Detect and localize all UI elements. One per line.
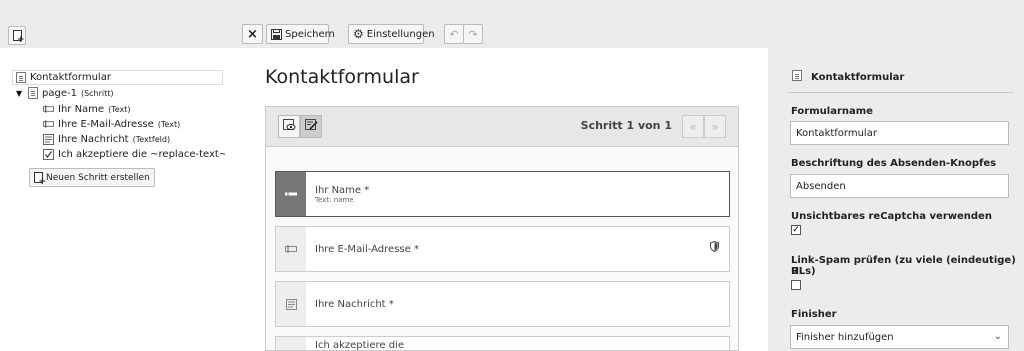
- linkspam-checkbox[interactable]: [791, 280, 801, 290]
- element-label: Ihr Name *: [315, 184, 370, 196]
- form-element-message[interactable]: Ihre Nachricht *: [275, 281, 730, 327]
- tree-item-type: (Text): [157, 119, 181, 129]
- checkbox-icon: [43, 148, 54, 160]
- undo-icon: ↶: [449, 27, 459, 41]
- save-button[interactable]: Speichern: [266, 24, 335, 44]
- inspector-title: Kontaktformular: [811, 71, 905, 83]
- form-element-privacy-checkbox[interactable]: Ich akzeptiere die: [275, 336, 730, 351]
- element-label: Ich akzeptiere die: [315, 340, 404, 351]
- new-page-icon: +: [34, 172, 46, 187]
- redo-icon: ↷: [468, 27, 478, 41]
- new-step-label: Neuen Schritt erstellen: [46, 172, 150, 183]
- form-stage: Kontaktformular Schritt 1 von 1 « » Ihr …: [225, 48, 768, 351]
- form-tree-panel: Kontaktformular ▼ page-1 (Schritt) Ihr N…: [0, 48, 240, 351]
- redo-button[interactable]: ↷: [463, 24, 483, 44]
- recaptcha-label: Unsichtbares reCaptcha verwenden: [791, 211, 992, 222]
- submit-label-input[interactable]: Absenden: [790, 174, 1009, 198]
- abstract-mode-button[interactable]: [300, 115, 322, 138]
- checkmark-icon: ✓: [792, 225, 800, 235]
- tree-item-element[interactable]: Ihre E-Mail-Adresse (Text): [43, 116, 180, 132]
- double-chevron-right-icon: »: [711, 119, 719, 134]
- step-pager: « »: [682, 115, 726, 138]
- form-element-name[interactable]: Ihr Name * Text: name: [275, 171, 730, 217]
- linkspam-label-line-1: Link-Spam prüfen (zu viele (eindeutige) …: [791, 255, 1016, 277]
- save-icon: [271, 28, 282, 40]
- tree-item-label: page-1: [42, 87, 77, 99]
- next-step-button[interactable]: »: [704, 115, 726, 138]
- preview-mode-button[interactable]: [278, 115, 300, 138]
- close-icon: ×: [247, 26, 258, 42]
- eye-icon: [282, 119, 296, 134]
- text-field-icon: [276, 172, 306, 216]
- form-name-label: Formularname: [791, 106, 873, 117]
- new-element-button[interactable]: +: [8, 26, 26, 45]
- submit-label-label: Beschriftung des Absenden-Knopfes: [791, 158, 997, 169]
- tree-item-label: Kontaktformular: [30, 72, 111, 83]
- step-indicator: Schritt 1 von 1: [580, 119, 672, 132]
- tree-item-element[interactable]: Ich akzeptiere die ~replace-text~pri: [43, 146, 240, 162]
- gear-icon: ⚙: [353, 27, 364, 41]
- new-document-icon: +: [12, 30, 25, 45]
- tree-item-form[interactable]: Kontaktformular: [12, 70, 223, 85]
- page-title: Kontaktformular: [265, 66, 419, 88]
- inspector-panel: Kontaktformular Formularname Kontaktform…: [768, 48, 1024, 351]
- toolbar: + × Speichern ⚙ Einstellungen ↶ ↷: [0, 0, 1024, 48]
- chevron-down-icon: ⌄: [993, 331, 1002, 342]
- textarea-icon: [43, 133, 54, 145]
- form-icon: [792, 70, 802, 84]
- close-button[interactable]: ×: [242, 24, 263, 44]
- tree-item-element[interactable]: Ihre Nachricht (Textfeld): [43, 131, 170, 147]
- edit-form-icon: [304, 119, 318, 134]
- linkspam-label-line-2: RLs): [791, 266, 816, 277]
- element-label: Ihre Nachricht *: [315, 298, 394, 310]
- settings-button[interactable]: ⚙ Einstellungen: [348, 24, 435, 44]
- finisher-select-value: Finisher hinzufügen: [796, 331, 894, 343]
- stage-preview: Schritt 1 von 1 « » Ihr Name * Text: nam…: [265, 106, 739, 351]
- tree-item-label: Ihre Nachricht: [58, 133, 129, 145]
- view-mode-toggle: [278, 115, 322, 138]
- textarea-icon: [276, 282, 306, 326]
- double-chevron-left-icon: «: [689, 119, 697, 134]
- tree-item-type: (Textfeld): [132, 134, 171, 144]
- text-field-icon: [43, 104, 54, 115]
- stage-header: Schritt 1 von 1 « »: [266, 107, 738, 147]
- tree-item-type: (Schritt): [80, 88, 114, 98]
- form-element-email[interactable]: Ihre E-Mail-Adresse *: [275, 226, 730, 272]
- element-type: Text: name: [315, 195, 354, 204]
- settings-label: Einstellungen: [366, 28, 435, 40]
- shield-icon: [710, 240, 719, 255]
- text-field-icon: [276, 227, 306, 271]
- form-name-input[interactable]: Kontaktformular: [790, 121, 1009, 145]
- previous-step-button[interactable]: «: [682, 115, 704, 138]
- recaptcha-checkbox[interactable]: ✓: [791, 225, 801, 235]
- new-step-button[interactable]: + Neuen Schritt erstellen: [29, 168, 155, 187]
- save-label: Speichern: [285, 28, 335, 40]
- undo-button[interactable]: ↶: [444, 24, 464, 44]
- form-icon: [15, 72, 26, 83]
- tree-item-label: Ihr Name: [58, 103, 105, 115]
- divider: [788, 92, 1013, 93]
- tree-item-page[interactable]: ▼ page-1 (Schritt): [16, 85, 114, 101]
- tree-item-label: Ich akzeptiere die ~replace-text~pri: [58, 148, 241, 160]
- tree-item-label: Ihre E-Mail-Adresse: [58, 118, 154, 130]
- tree-item-type: (Text): [108, 104, 131, 114]
- page-icon: [27, 87, 38, 99]
- finisher-select[interactable]: Finisher hinzufügen ⌄: [790, 325, 1009, 349]
- element-label: Ihre E-Mail-Adresse *: [315, 243, 419, 255]
- tree-item-element[interactable]: Ihr Name (Text): [43, 101, 131, 117]
- expand-triangle-icon[interactable]: ▼: [16, 89, 24, 98]
- text-field-icon: [43, 119, 54, 130]
- checkbox-icon: [276, 337, 306, 350]
- finisher-label: Finisher: [791, 309, 837, 320]
- inspector-header: Kontaktformular: [792, 70, 904, 84]
